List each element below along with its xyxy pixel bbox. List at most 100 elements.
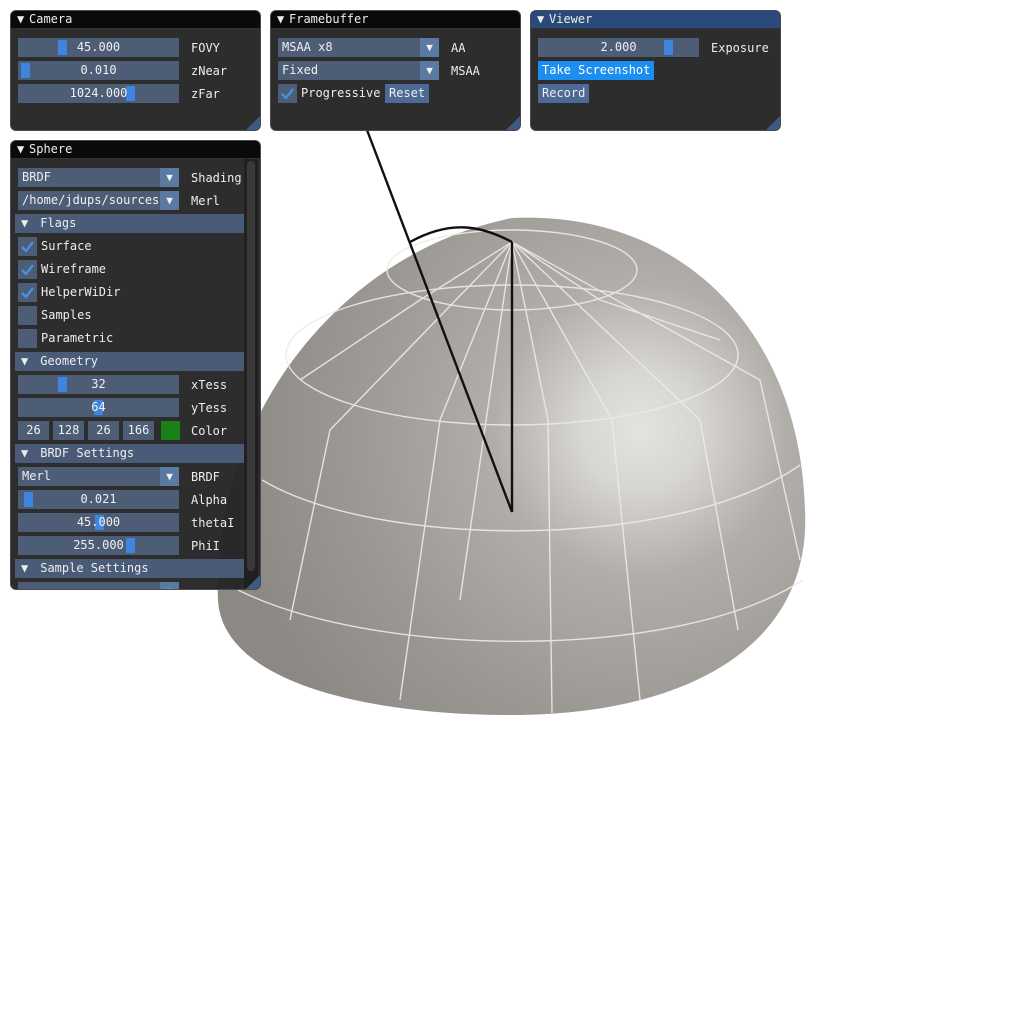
sample-settings-header-label: Sample Settings [40, 561, 149, 575]
xtess-slider[interactable]: 32 [18, 375, 179, 394]
sample-settings-header[interactable]: ▼ Sample Settings [15, 559, 246, 578]
merl-path-value: /home/jdups/sources/ [22, 193, 167, 207]
color-r-input[interactable]: 26 [18, 421, 49, 440]
scrollbar-thumb[interactable] [247, 161, 255, 571]
flags-header-label: Flags [40, 216, 77, 230]
framebuffer-window[interactable]: ▼ Framebuffer MSAA x8 ▼ AA Fixed ▼ MSAA Pro… [270, 10, 521, 131]
znear-value: 0.010 [80, 63, 117, 77]
checkmark-icon [21, 241, 34, 253]
sample-combo[interactable]: ▼ [18, 582, 179, 589]
thetai-slider[interactable]: 45.000 [18, 513, 179, 532]
brdf-settings-header-label: BRDF Settings [40, 446, 135, 460]
triangle-down-icon[interactable]: ▼ [537, 11, 549, 28]
slider-grab[interactable] [126, 538, 135, 553]
zfar-slider[interactable]: 1024.000 [18, 84, 179, 103]
slider-grab[interactable] [126, 86, 135, 101]
triangle-down-icon[interactable]: ▼ [17, 141, 29, 158]
parametric-label: Parametric [41, 331, 114, 345]
color-g-input[interactable]: 128 [53, 421, 84, 440]
brdf-value: Merl [22, 469, 51, 483]
slider-grab[interactable] [58, 40, 67, 55]
phii-label: PhiI [191, 539, 220, 553]
triangle-down-icon[interactable]: ▼ [160, 467, 179, 486]
shading-combo[interactable]: BRDF ▼ [18, 168, 179, 187]
geometry-header-label: Geometry [40, 354, 99, 368]
xtess-value: 32 [91, 377, 106, 391]
surface-label: Surface [41, 239, 92, 253]
msaa-combo[interactable]: Fixed ▼ [278, 61, 439, 80]
phii-value: 255.000 [73, 538, 124, 552]
viewer-titlebar[interactable]: ▼ Viewer [531, 11, 780, 29]
geometry-header[interactable]: ▼ Geometry [15, 352, 246, 371]
samples-label: Samples [41, 308, 92, 322]
reset-button[interactable]: Reset [385, 84, 430, 103]
resize-grip[interactable] [506, 116, 520, 130]
framebuffer-title: Framebuffer [289, 12, 369, 26]
record-row: Record [538, 84, 778, 103]
slider-grab[interactable] [664, 40, 673, 55]
brdf-combo[interactable]: Merl ▼ [18, 467, 179, 486]
camera-title: Camera [29, 12, 73, 26]
triangle-down-icon[interactable]: ▼ [160, 168, 179, 187]
framebuffer-titlebar[interactable]: ▼ Framebuffer [271, 11, 520, 29]
phii-slider[interactable]: 255.000 [18, 536, 179, 555]
camera-titlebar[interactable]: ▼ Camera [11, 11, 260, 29]
wireframe-checkbox[interactable] [18, 260, 37, 279]
zfar-label: zFar [191, 87, 220, 101]
aa-combo[interactable]: MSAA x8 ▼ [278, 38, 439, 57]
xtess-label: xTess [191, 378, 228, 392]
msaa-label: MSAA [451, 64, 480, 78]
znear-slider[interactable]: 0.010 [18, 61, 179, 80]
resize-grip[interactable] [766, 116, 780, 130]
triangle-down-icon[interactable]: ▼ [420, 38, 439, 57]
samples-checkbox[interactable] [18, 306, 37, 325]
triangle-down-icon[interactable]: ▼ [420, 61, 439, 80]
shading-value: BRDF [22, 170, 51, 184]
sphere-titlebar[interactable]: ▼ Sphere [11, 141, 260, 159]
triangle-down-icon[interactable]: ▼ [17, 11, 29, 28]
surface-checkbox[interactable] [18, 237, 37, 256]
triangle-down-icon[interactable]: ▼ [160, 582, 179, 589]
camera-window[interactable]: ▼ Camera 45.000 FOVY 0.010 zNear 1024.000… [10, 10, 261, 131]
triangle-down-icon[interactable]: ▼ [160, 191, 179, 210]
color-label: Color [191, 424, 228, 438]
alpha-slider[interactable]: 0.021 [18, 490, 179, 509]
sphere-scrollbar[interactable] [244, 159, 258, 588]
resize-grip[interactable] [246, 575, 260, 589]
resize-grip[interactable] [246, 116, 260, 130]
color-row: 26 128 26 166 Color [18, 421, 233, 440]
slider-grab[interactable] [24, 492, 33, 507]
slider-grab[interactable] [21, 63, 30, 78]
color-b-input[interactable]: 26 [88, 421, 119, 440]
brdf-label: BRDF [191, 470, 220, 484]
viewer-title: Viewer [549, 12, 593, 26]
merl-path-combo[interactable]: /home/jdups/sources/▼ [18, 191, 179, 210]
record-button[interactable]: Record [538, 84, 590, 103]
color-a-input[interactable]: 166 [123, 421, 154, 440]
ytess-slider[interactable]: 64 [18, 398, 179, 417]
progressive-label: Progressive [301, 86, 381, 100]
aa-value: MSAA x8 [282, 40, 333, 54]
parametric-checkbox[interactable] [18, 329, 37, 348]
fovy-slider[interactable]: 45.000 [18, 38, 179, 57]
triangle-down-icon[interactable]: ▼ [21, 214, 33, 233]
brdf-settings-header[interactable]: ▼ BRDF Settings [15, 444, 246, 463]
progressive-checkbox[interactable] [278, 84, 297, 103]
triangle-down-icon[interactable]: ▼ [277, 11, 289, 28]
flags-header[interactable]: ▼ Flags [15, 214, 246, 233]
thetai-label: thetaI [191, 516, 235, 530]
triangle-down-icon[interactable]: ▼ [21, 352, 33, 371]
viewer-window[interactable]: ▼ Viewer 2.000 Exposure Take Screenshot R… [530, 10, 781, 131]
helperwidir-checkbox[interactable] [18, 283, 37, 302]
sphere-window[interactable]: ▼ Sphere BRDF ▼ Shading /home/jdups/source… [10, 140, 261, 590]
exposure-slider[interactable]: 2.000 [538, 38, 699, 57]
triangle-down-icon[interactable]: ▼ [21, 559, 33, 578]
helperwidir-label: HelperWiDir [41, 285, 121, 299]
take-screenshot-button[interactable]: Take Screenshot [538, 61, 655, 80]
color-swatch[interactable] [161, 421, 180, 440]
wireframe-label: Wireframe [41, 262, 107, 276]
merl-label: Merl [191, 194, 220, 208]
slider-grab[interactable] [58, 377, 67, 392]
triangle-down-icon[interactable]: ▼ [21, 444, 33, 463]
flag-wireframe: Wireframe [18, 260, 238, 279]
